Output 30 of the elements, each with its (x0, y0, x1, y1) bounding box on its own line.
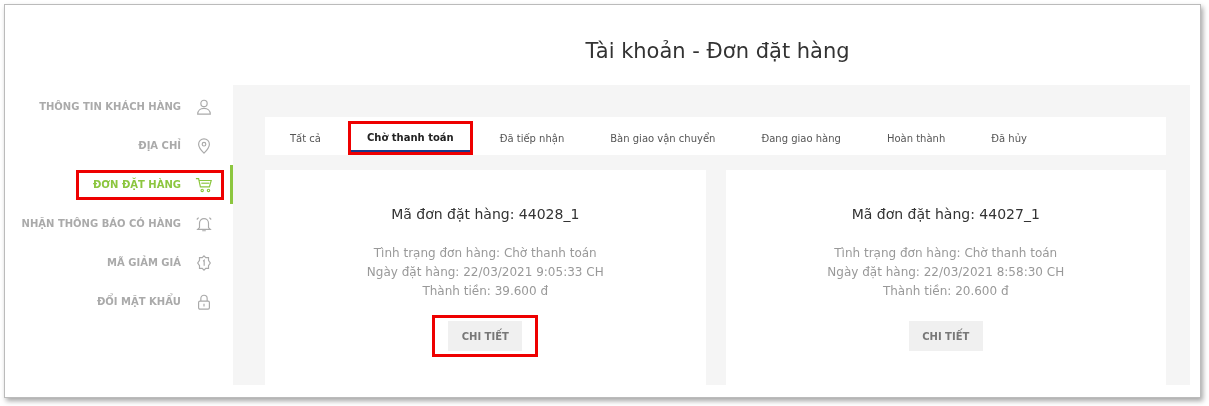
tab[interactable]: Đang giao hàng (745, 124, 857, 155)
page-title: Tài khoản - Đơn đặt hàng (584, 38, 851, 65)
order-date: Ngày đặt hàng: 22/03/2021 9:05:33 CH (366, 264, 604, 281)
tab[interactable]: Chờ thanh toán (350, 124, 470, 152)
order-number: Mã đơn đặt hàng: 44028_1 (391, 206, 580, 222)
order-date: Ngày đặt hàng: 22/03/2021 8:58:30 CH (827, 264, 1065, 281)
location-pin-icon (195, 136, 213, 155)
sidebar-item[interactable]: NHẬN THÔNG BÁO CÓ HÀNG (5, 204, 233, 243)
order-status: Tình trạng đơn hàng: Chờ thanh toán (373, 245, 597, 262)
tab[interactable]: Đã hủy (975, 124, 1043, 155)
highlight-frame: ĐƠN ĐẶT HÀNG (75, 169, 224, 200)
order-status: Tình trạng đơn hàng: Chờ thanh toán (834, 245, 1058, 262)
person-icon (195, 97, 213, 116)
tab[interactable]: Bàn giao vận chuyển (594, 124, 732, 155)
sidebar-item[interactable]: THÔNG TIN KHÁCH HÀNG (5, 87, 233, 126)
sidebar-item[interactable]: MÃ GIẢM GIÁ (5, 243, 233, 282)
sidebar-item[interactable]: ĐỊA CHỈ (5, 126, 233, 165)
sidebar-item[interactable]: ĐƠN ĐẶT HÀNG (5, 165, 233, 204)
order-total: Thành tiền: 39.600 đ (422, 283, 549, 300)
order-number: Mã đơn đặt hàng: 44027_1 (851, 206, 1040, 222)
tab[interactable]: Hoàn thành (870, 124, 962, 155)
order-total: Thành tiền: 20.600 đ (882, 283, 1009, 300)
lock-icon (195, 292, 213, 311)
cart-icon (195, 175, 213, 194)
detail-button[interactable]: CHI TIẾT (448, 321, 523, 351)
detail-button[interactable]: CHI TIẾT (908, 321, 983, 351)
coupon-icon (195, 253, 213, 272)
tab[interactable]: Tất cả (274, 124, 337, 155)
tab[interactable]: Đã tiếp nhận (483, 124, 581, 155)
sidebar-item[interactable]: ĐỔI MẬT KHẨU (5, 282, 233, 321)
